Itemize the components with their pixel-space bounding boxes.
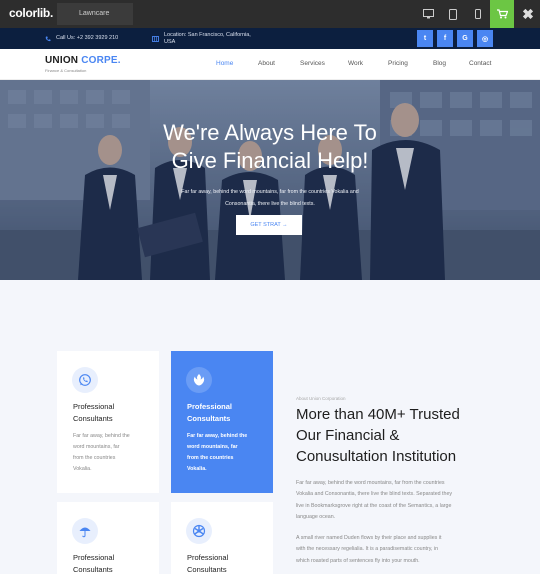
close-button[interactable]: ✖ <box>516 0 540 28</box>
map-icon <box>152 35 159 42</box>
about-paragraph: Far far away, behind the word mountains,… <box>296 480 453 520</box>
top-info-bar: Call Us: +2 392 3929 210 Location: San F… <box>0 28 540 49</box>
twitter-icon[interactable]: t <box>417 30 433 47</box>
mobile-icon[interactable] <box>466 0 490 28</box>
location-info: Location: San Francisco, California, USA <box>152 28 251 49</box>
service-card[interactable]: Professional Consultants Far far away, be… <box>57 351 159 493</box>
hero-title: We're Always Here To Give Financial Help… <box>163 120 377 173</box>
service-title: Professional Consultants <box>187 402 233 423</box>
phone-icon <box>45 36 51 41</box>
nav-work[interactable]: Work <box>348 60 363 67</box>
about-paragraph: A small river named Duden flows by their… <box>296 535 442 564</box>
cart-button[interactable] <box>490 0 514 28</box>
nav-about[interactable]: About <box>258 60 275 67</box>
service-icon-circle <box>72 367 98 393</box>
service-icon-circle <box>72 518 98 544</box>
hero-section <box>0 80 540 280</box>
service-icon-circle <box>186 518 212 544</box>
service-title: Professional Consultants <box>187 553 229 574</box>
tablet-icon[interactable] <box>441 0 465 28</box>
nav-pricing[interactable]: Pricing <box>388 60 408 67</box>
service-title: Professional Consultants <box>73 402 115 423</box>
service-icon-circle <box>186 367 212 393</box>
theme-select[interactable]: Lawncare <box>57 3 133 25</box>
umbrella-icon <box>79 527 91 538</box>
nav-services[interactable]: Services <box>300 60 325 67</box>
google-icon[interactable]: G <box>457 30 473 47</box>
instagram-icon[interactable]: ◎ <box>477 30 493 47</box>
about-kicker: About Union Corporation <box>296 396 346 401</box>
facebook-icon[interactable]: f <box>437 30 453 47</box>
nav-home[interactable]: Home <box>216 60 233 67</box>
brand-tagline: Finance & Consultation <box>45 68 87 73</box>
brand-logo[interactable]: UNION CORPE. <box>45 55 121 66</box>
service-title: Professional Consultants <box>73 553 115 574</box>
nav-contact[interactable]: Contact <box>469 60 491 67</box>
phone-info[interactable]: Call Us: +2 392 3929 210 <box>45 28 118 49</box>
colorlib-logo[interactable]: colorlib. <box>9 6 53 20</box>
hero-subtitle: Far far away, behind the word mountains,… <box>181 189 359 207</box>
service-card[interactable]: Professional Consultants <box>57 502 159 574</box>
service-card-active[interactable]: Professional Consultants Far far away, be… <box>171 351 273 493</box>
whatsapp-icon <box>79 374 91 386</box>
main-navbar: UNION CORPE. Finance & Consultation Home… <box>0 49 540 80</box>
empire-icon <box>192 524 206 538</box>
rebel-icon <box>193 374 205 386</box>
service-text: Far far away, behind the word mountains, … <box>73 433 130 472</box>
service-text: Far far away, behind the word mountains, … <box>187 433 248 472</box>
service-card[interactable]: Professional Consultants <box>171 502 273 574</box>
desktop-icon[interactable] <box>416 0 440 28</box>
cart-icon <box>496 9 508 19</box>
nav-blog[interactable]: Blog <box>433 60 446 67</box>
about-title: More than 40M+ Trusted Our Financial & C… <box>296 406 460 465</box>
get-started-button[interactable]: GET STRAT → <box>236 215 302 235</box>
hero-background-image <box>0 80 540 280</box>
preview-bar: colorlib. Lawncare ✖ <box>0 0 540 28</box>
close-icon: ✖ <box>522 5 534 22</box>
